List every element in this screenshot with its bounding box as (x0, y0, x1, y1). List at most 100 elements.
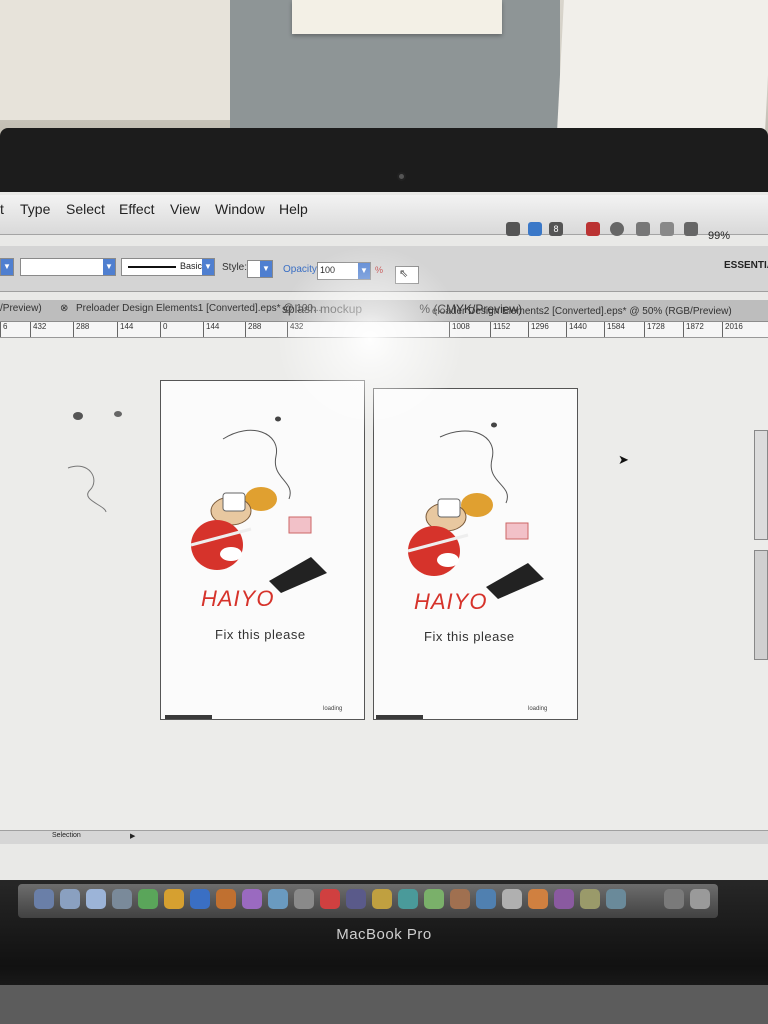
loading-progress-bar (165, 715, 212, 719)
background-note-paper (292, 0, 502, 34)
dashboard-icon[interactable] (60, 889, 80, 909)
chevron-down-icon: ▼ (1, 259, 13, 275)
menu-item-select[interactable]: Select (66, 201, 105, 217)
ruler-tick: 432 (30, 322, 46, 337)
safari-icon[interactable] (138, 889, 158, 909)
device-brand: MacBook Pro (336, 926, 432, 943)
loading-progress-bar (376, 715, 423, 719)
haiyo-logo: HAIYO (414, 589, 488, 614)
loading-label: loading (528, 706, 548, 712)
script-icon[interactable] (506, 222, 520, 236)
ruler-tick: 1872 (683, 322, 704, 337)
select-similar-button[interactable]: ⇖ (395, 266, 419, 284)
indesign-icon[interactable] (242, 889, 262, 909)
document-title-mode: % (CMYK/Preview) (419, 302, 523, 316)
app-icon[interactable] (554, 889, 574, 909)
menu-item-help[interactable]: Help (279, 201, 308, 217)
app-icon[interactable] (606, 889, 626, 909)
webcam (397, 172, 406, 181)
splash-illustration (407, 422, 544, 599)
laptop-base (0, 985, 768, 1024)
app-icon[interactable] (502, 889, 522, 909)
adobe-badge: 8 (553, 224, 559, 234)
finder-icon[interactable] (34, 889, 54, 909)
app-icon[interactable] (424, 889, 444, 909)
ruler-tick: 1440 (566, 322, 587, 337)
downloads-stack-icon[interactable] (664, 889, 684, 909)
ruler-tick: 1584 (604, 322, 625, 337)
opacity-percent-icon: % (375, 265, 384, 275)
background-wall (0, 0, 230, 120)
app-icon[interactable] (398, 889, 418, 909)
ruler-tick: 432 (287, 322, 303, 337)
artboard-2[interactable]: HAIYO Fix this please loading (373, 388, 578, 720)
ruler-tick: 1008 (449, 322, 470, 337)
haiyo-logo: HAIYO (201, 586, 275, 611)
pasteboard-artwork[interactable] (60, 400, 130, 520)
chevron-down-icon: ▼ (358, 263, 370, 279)
cursor-icon: ⇖ (399, 268, 409, 280)
app-icon[interactable] (268, 889, 288, 909)
workspace-switcher[interactable]: ESSENTIA (724, 260, 768, 271)
mission-control-icon[interactable] (86, 889, 106, 909)
mouse-cursor-icon: ➤ (618, 452, 629, 467)
photoshop-icon[interactable] (190, 889, 210, 909)
ruler-tick: 1152 (490, 322, 510, 337)
loading-label: loading (323, 706, 343, 712)
trash-icon[interactable] (690, 889, 710, 909)
menu-item-type[interactable]: Type (20, 201, 50, 217)
chevron-down-icon: ▼ (202, 259, 214, 275)
ruler-tick: 2016 (722, 322, 743, 337)
wifi-icon[interactable] (660, 222, 674, 236)
splash-illustration (190, 416, 327, 593)
placeholder-caption: Fix this please (424, 629, 515, 644)
app-store-icon[interactable] (112, 889, 132, 909)
ruler-tick: 144 (203, 322, 219, 337)
chevron-down-icon: ▼ (103, 259, 115, 275)
menu-item-view[interactable]: View (170, 201, 200, 217)
stroke-weight-dropdown[interactable]: ▼ (20, 258, 116, 276)
app-icon[interactable] (372, 889, 392, 909)
tab-partial[interactable]: /Preview) (0, 303, 42, 314)
status-arrow-icon[interactable]: ▶ (130, 832, 135, 840)
graphic-style-dropdown[interactable]: ▼ (247, 260, 273, 278)
bluetooth-icon[interactable] (636, 222, 650, 236)
stroke-line-preview (128, 266, 176, 268)
illustrator-icon[interactable] (216, 889, 236, 909)
menu-item-partial[interactable]: t (0, 201, 4, 217)
battery-indicator[interactable]: 99% (708, 230, 730, 242)
volume-icon[interactable] (684, 222, 698, 236)
adobe-icon[interactable]: 8 (549, 222, 563, 236)
menu-item-effect[interactable]: Effect (119, 201, 155, 217)
time-machine-icon[interactable] (610, 222, 624, 236)
status-bar (0, 830, 768, 844)
opacity-label[interactable]: Opacity: (283, 264, 320, 275)
adobe-reader-icon[interactable] (586, 222, 600, 236)
placeholder-caption: Fix this please (215, 627, 306, 642)
menu-bar: t Type Select Effect View Window Help (0, 195, 768, 235)
app-icon[interactable] (346, 889, 366, 909)
opacity-field[interactable]: 100 ▼ (317, 262, 371, 280)
opacity-value: 100 (320, 265, 336, 275)
style-label: Style: (222, 262, 248, 273)
close-icon[interactable]: ⊗ (60, 303, 68, 314)
app-icon[interactable] (320, 889, 340, 909)
app-icon[interactable] (528, 889, 548, 909)
menu-item-window[interactable]: Window (215, 201, 265, 217)
app-icon[interactable] (580, 889, 600, 909)
app-icon[interactable] (476, 889, 496, 909)
ruler-tick: 288 (245, 322, 261, 337)
ruler-tick: 0 (160, 322, 167, 337)
tools-panel-fragment[interactable] (754, 550, 768, 660)
artboard-1[interactable]: HAIYO Fix this please loading (160, 380, 365, 720)
ruler-tick: 144 (117, 322, 133, 337)
stroke-profile-dropdown[interactable]: Basic ▼ (121, 258, 215, 276)
fill-color-dropdown[interactable]: ▼ (0, 258, 14, 276)
sync-icon[interactable] (528, 222, 542, 236)
horizontal-ruler: 6 432 288 144 0 144 288 432 1008 1152 12… (0, 322, 768, 338)
app-icon[interactable] (450, 889, 470, 909)
mail-icon[interactable] (164, 889, 184, 909)
current-tool-label[interactable]: Selection (52, 832, 81, 839)
app-icon[interactable] (294, 889, 314, 909)
panel-fragment[interactable] (754, 430, 768, 540)
